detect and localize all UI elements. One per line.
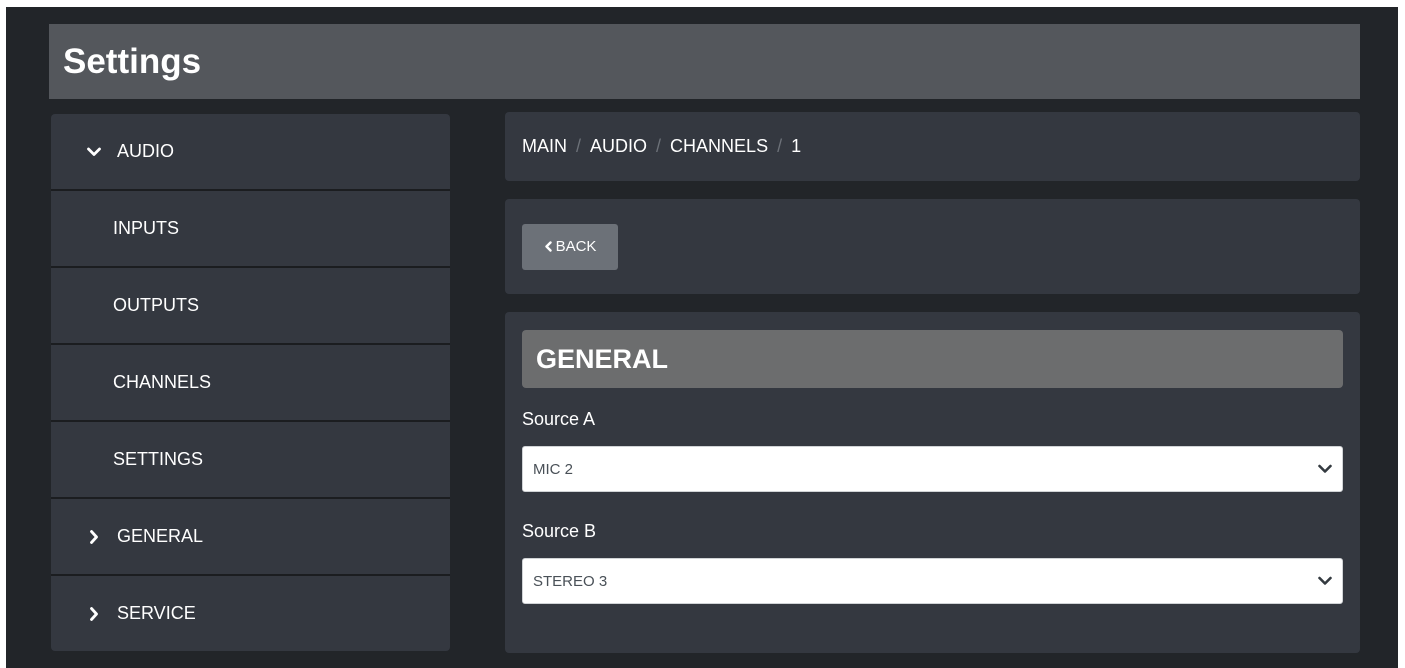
sidebar-item-label: SETTINGS: [113, 449, 204, 469]
sidebar-item-service[interactable]: SERVICE: [51, 576, 450, 651]
sidebar-item-label: CHANNELS: [113, 372, 212, 392]
title-bar: Settings: [49, 24, 1360, 99]
sidebar-item-inputs[interactable]: INPUTS: [51, 191, 450, 268]
source-b-select[interactable]: STEREO 3: [522, 558, 1343, 604]
back-panel: BACK: [505, 199, 1360, 294]
breadcrumb-item-main[interactable]: MAIN: [522, 136, 567, 157]
breadcrumb-separator: /: [777, 136, 783, 156]
sidebar-item-channels[interactable]: CHANNELS: [51, 345, 450, 422]
sidebar-item-audio[interactable]: AUDIO: [51, 114, 450, 191]
sidebar-item-label: GENERAL: [117, 526, 204, 546]
chevron-down-icon: [1318, 464, 1332, 474]
breadcrumb-separator: /: [656, 136, 662, 156]
source-a-value: MIC 2: [533, 460, 574, 478]
section-title: GENERAL: [536, 343, 669, 374]
source-b-label: Source B: [522, 521, 597, 541]
sidebar-item-outputs[interactable]: OUTPUTS: [51, 268, 450, 345]
source-a-select[interactable]: MIC 2: [522, 446, 1343, 492]
breadcrumb-separator: /: [576, 136, 582, 156]
general-panel: GENERAL Source A MIC 2 Source B STEREO 3: [505, 312, 1360, 653]
breadcrumb: MAIN / AUDIO / CHANNELS / 1: [505, 112, 1360, 181]
source-a-label: Source A: [522, 409, 596, 429]
chevron-right-icon: [87, 606, 101, 621]
back-button[interactable]: BACK: [522, 223, 618, 270]
sidebar: AUDIO INPUTS OUTPUTS CHANNELS SETTINGS G…: [51, 114, 450, 651]
back-button-label: BACK: [555, 238, 597, 255]
chevron-left-icon: [544, 241, 553, 252]
sidebar-item-label: AUDIO: [117, 141, 175, 161]
page-title: Settings: [63, 41, 202, 81]
sidebar-item-settings[interactable]: SETTINGS: [51, 422, 450, 499]
sidebar-item-general[interactable]: GENERAL: [51, 499, 450, 576]
source-b-value: STEREO 3: [533, 572, 608, 590]
sidebar-item-label: SERVICE: [117, 603, 196, 623]
breadcrumb-item-current: 1: [791, 136, 802, 156]
sidebar-item-label: OUTPUTS: [113, 295, 200, 315]
chevron-down-icon: [1318, 576, 1332, 586]
settings-app: Settings AUDIO INPUTS OUTPUTS CHANNELS S…: [6, 7, 1398, 668]
chevron-right-icon: [87, 529, 101, 544]
chevron-down-icon: [87, 145, 101, 159]
sidebar-item-label: INPUTS: [113, 218, 180, 238]
section-header: GENERAL: [522, 330, 1343, 388]
breadcrumb-item-audio[interactable]: AUDIO: [590, 136, 647, 157]
breadcrumb-item-channels[interactable]: CHANNELS: [670, 136, 768, 157]
main-content: MAIN / AUDIO / CHANNELS / 1 BACK GENERAL…: [505, 112, 1360, 653]
